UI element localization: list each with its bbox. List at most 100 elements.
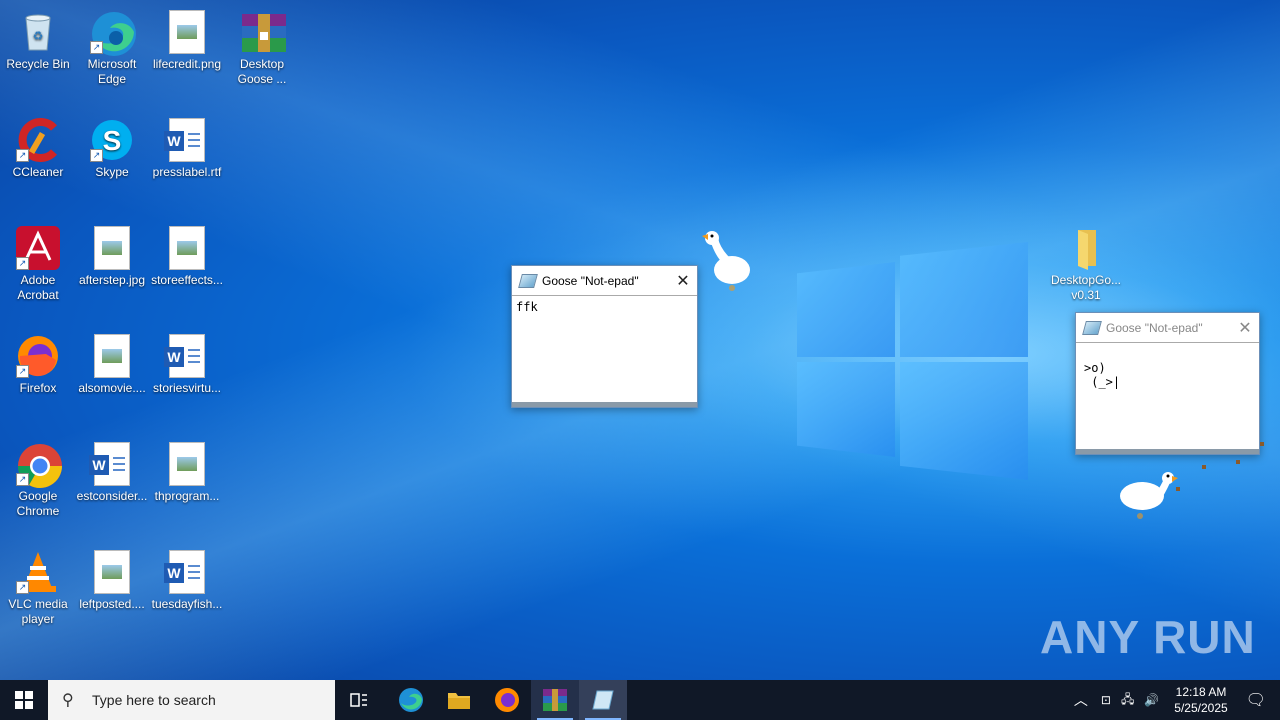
text-area[interactable]: >o) (_>| — [1076, 343, 1259, 393]
desktop-icon-leftposted[interactable]: leftposted.... — [74, 544, 150, 612]
window-statusbar — [512, 402, 697, 407]
skype-icon: S ↗ — [90, 118, 134, 162]
image-file-icon — [90, 226, 134, 270]
clock[interactable]: 12:18 AM 5/25/2025 — [1174, 684, 1227, 716]
icon-label: lifecredit.png — [152, 57, 222, 71]
taskbar: ⚲ Type here to search ︿ ⊡ 🖧 🔊 12:18 AM 5… — [0, 680, 1280, 720]
edge-icon: ↗ — [90, 10, 136, 56]
desktop-icon-storiesvirtu[interactable]: W storiesvirtu... — [149, 328, 225, 396]
close-icon[interactable]: ✕ — [669, 271, 697, 291]
chevron-up-icon[interactable]: ︿ — [1074, 690, 1088, 710]
search-box[interactable]: ⚲ Type here to search — [48, 680, 335, 720]
windows-icon — [15, 691, 33, 709]
clock-date: 5/25/2025 — [1174, 701, 1228, 715]
watermark: ANY RUN — [1040, 611, 1256, 663]
start-button[interactable] — [0, 680, 48, 720]
window-titlebar[interactable]: Goose "Not-epad" ✕ — [512, 266, 697, 296]
clock-time: 12:18 AM — [1175, 685, 1227, 699]
icon-label: Skype — [95, 165, 129, 179]
svg-text:S: S — [103, 125, 122, 156]
icon-label: Adobe Acrobat — [17, 273, 59, 302]
word-document-icon: W — [164, 550, 209, 594]
desktop[interactable]: ♻ Recycle Bin ↗ CCleaner ↗ Adobe Acrobat… — [0, 0, 1280, 680]
search-icon: ⚲ — [62, 692, 74, 709]
taskbar-edge[interactable] — [387, 680, 435, 720]
image-file-icon — [90, 550, 134, 594]
network-icon[interactable]: 🖧 — [1121, 690, 1134, 711]
notification-icon[interactable]: 🗨 — [1246, 690, 1266, 710]
icon-label: presslabel.rtf — [152, 165, 222, 179]
task-view-icon — [350, 693, 367, 707]
taskbar-file-explorer[interactable] — [435, 680, 483, 720]
word-document-icon: W — [89, 442, 134, 486]
icon-label: tuesdayfish... — [151, 597, 223, 611]
desktop-icon-tuesdayfish[interactable]: W tuesdayfish... — [149, 544, 225, 612]
desktop-icon-ccleaner[interactable]: ↗ CCleaner — [0, 112, 76, 180]
text-area[interactable]: ffk — [512, 296, 697, 318]
window-title: Goose "Not-epad" — [1106, 320, 1203, 335]
desktop-icon-desktop-goose-archive[interactable]: Desktop Goose ... — [224, 4, 300, 87]
notepad-icon — [518, 273, 538, 288]
icon-label: Recycle Bin — [6, 57, 70, 71]
image-file-icon — [165, 10, 209, 54]
word-document-icon: W — [164, 334, 209, 378]
chrome-icon: ↗ — [16, 442, 62, 488]
winrar-archive-icon — [240, 10, 286, 54]
notepad-icon — [592, 690, 614, 710]
desktop-icon-recycle-bin[interactable]: ♻ Recycle Bin — [0, 4, 76, 72]
ccleaner-icon: ↗ — [16, 118, 60, 162]
folder-icon — [448, 693, 470, 709]
desktop-icon-adobe-acrobat[interactable]: ↗ Adobe Acrobat — [0, 220, 76, 303]
desktop-icon-storeeffects[interactable]: storeeffects... — [149, 220, 225, 288]
desktop-icon-estconsider[interactable]: W estconsider... — [74, 436, 150, 504]
search-placeholder: Type here to search — [92, 692, 216, 708]
notepad-window[interactable]: Goose "Not-epad" ✕ ffk — [511, 265, 698, 408]
icon-label: storeeffects... — [151, 273, 223, 287]
desktop-icon-presslabel-rtf[interactable]: W presslabel.rtf — [149, 112, 225, 180]
winrar-icon — [543, 689, 567, 711]
word-document-icon: W — [164, 118, 209, 162]
edge-icon — [399, 688, 423, 712]
folder-icon — [1064, 226, 1108, 270]
taskbar-winrar[interactable] — [531, 680, 579, 720]
system-tray: ︿ ⊡ 🖧 🔊 12:18 AM 5/25/2025 🗨 — [1066, 680, 1280, 720]
icon-label: afterstep.jpg — [78, 273, 146, 287]
firefox-icon: ↗ — [16, 334, 60, 378]
icon-label: CCleaner — [12, 165, 64, 179]
window-titlebar[interactable]: Goose "Not-epad" ✕ — [1076, 313, 1259, 343]
close-icon[interactable]: ✕ — [1231, 318, 1259, 338]
icon-label: estconsider... — [76, 489, 148, 503]
window-title: Goose "Not-epad" — [542, 273, 639, 288]
notepad-window[interactable]: Goose "Not-epad" ✕ >o) (_>| — [1075, 312, 1260, 455]
desktop-icon-vlc[interactable]: ↗ VLC media player — [0, 544, 76, 627]
image-file-icon — [90, 334, 134, 378]
taskbar-firefox[interactable] — [483, 680, 531, 720]
icon-label: DesktopGo... v0.31 — [1050, 273, 1122, 302]
icon-label: Google Chrome — [16, 489, 60, 518]
icon-label: Desktop Goose ... — [237, 57, 287, 86]
desktop-icon-desktopgoose-folder[interactable]: DesktopGo... v0.31 — [1048, 220, 1124, 303]
taskbar-notepad[interactable] — [579, 680, 627, 720]
desktop-icon-google-chrome[interactable]: ↗ Google Chrome — [0, 436, 76, 519]
desktop-icon-firefox[interactable]: ↗ Firefox — [0, 328, 76, 396]
desktop-icon-afterstep-jpg[interactable]: afterstep.jpg — [74, 220, 150, 288]
image-file-icon — [165, 442, 209, 486]
device-icon[interactable]: ⊡ — [1101, 693, 1111, 707]
desktop-icon-alsomovie[interactable]: alsomovie.... — [74, 328, 150, 396]
desktop-icon-skype[interactable]: S ↗ Skype — [74, 112, 150, 180]
volume-icon[interactable]: 🔊 — [1144, 693, 1159, 707]
goose-icon — [1116, 468, 1180, 530]
desktop-icon-microsoft-edge[interactable]: ↗ Microsoft Edge — [74, 4, 150, 87]
icon-label: Microsoft Edge — [87, 57, 137, 86]
icon-label: alsomovie.... — [78, 381, 146, 395]
task-view-button[interactable] — [335, 680, 383, 720]
notepad-icon — [1082, 320, 1102, 335]
desktop-icon-thprogram[interactable]: thprogram... — [149, 436, 225, 504]
acrobat-icon: ↗ — [16, 226, 60, 270]
icon-label: leftposted.... — [79, 597, 145, 611]
icon-label: storiesvirtu... — [152, 381, 221, 395]
icon-label: thprogram... — [154, 489, 220, 503]
desktop-icon-lifecredit-png[interactable]: lifecredit.png — [149, 4, 225, 72]
window-statusbar — [1076, 449, 1259, 454]
recycle-bin-icon: ♻ — [16, 10, 60, 54]
